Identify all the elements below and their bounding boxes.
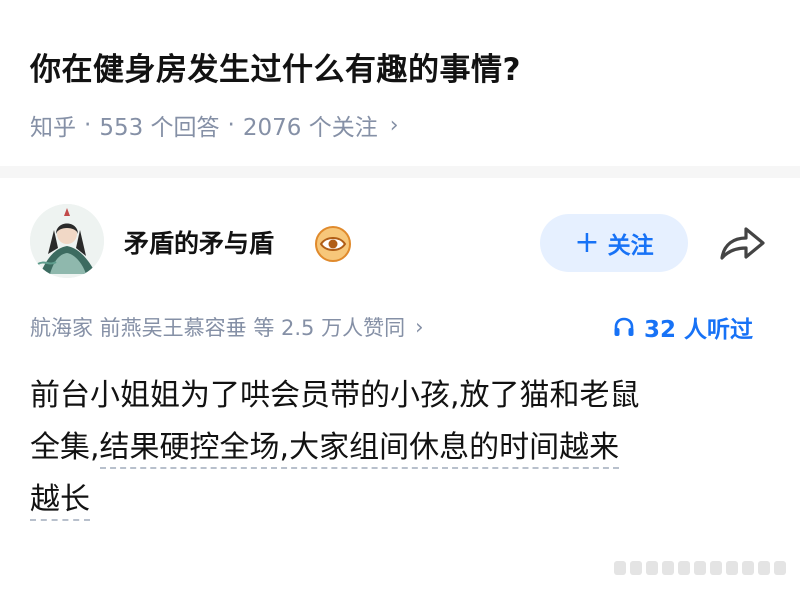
follow-label: 关注	[607, 233, 654, 259]
separator-dot: ·	[227, 112, 235, 138]
source-label: 知乎	[30, 115, 76, 141]
answer-content[interactable]: 前台小姐姐为了哄会员带的小孩,放了猫和老鼠 全集,结果硬控全场,大家组间休息的时…	[30, 370, 775, 526]
listen-text: 32 人听过	[644, 317, 754, 343]
share-icon[interactable]	[716, 222, 768, 264]
avatar-illustration	[30, 204, 104, 278]
follower-count: 2076 个关注	[242, 115, 378, 141]
answer-highlight: 越长	[30, 482, 90, 521]
question-title[interactable]: 你在健身房发生过什么有趣的事情?	[30, 44, 521, 89]
avatar[interactable]	[30, 204, 104, 278]
separator-dot: ·	[84, 112, 92, 138]
answer-highlight: 结果硬控全场,大家组间休息的时间越来	[99, 430, 620, 469]
endorsement-text: 航海家 前燕吴王慕容垂 等 2.5 万人赞同	[30, 316, 406, 340]
watermark	[614, 561, 786, 575]
plus-icon: +	[574, 225, 600, 260]
endorsement-row[interactable]: 航海家 前燕吴王慕容垂 等 2.5 万人赞同 ›	[30, 312, 424, 342]
listen-count[interactable]: 32 人听过	[612, 310, 753, 344]
author-name[interactable]: 矛盾的矛与盾	[124, 224, 274, 260]
chevron-right-icon: ›	[415, 315, 424, 339]
headphones-icon	[614, 317, 634, 336]
answer-line: 前台小姐姐为了哄会员带的小孩,放了猫和老鼠	[30, 378, 640, 413]
chevron-right-icon: ›	[389, 112, 399, 138]
question-meta[interactable]: 知乎 · 553 个回答 · 2076 个关注 ›	[30, 108, 399, 142]
answer-line: 全集,结果硬控全场,大家组间休息的时间越来	[30, 422, 775, 474]
eye-icon	[315, 226, 351, 262]
answer-count: 553 个回答	[99, 115, 220, 141]
answer-line: 越长	[30, 474, 775, 526]
section-divider	[0, 166, 800, 178]
follow-button[interactable]: + 关注	[540, 214, 688, 272]
answer-text: 全集,	[30, 430, 100, 465]
